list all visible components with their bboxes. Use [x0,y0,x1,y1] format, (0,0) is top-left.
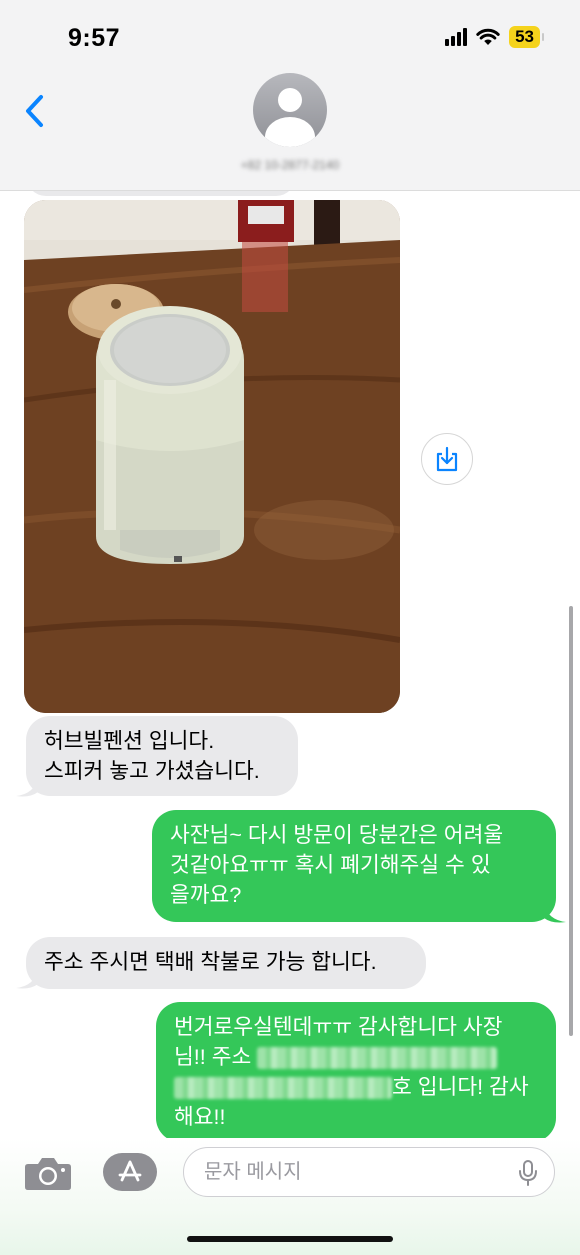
status-icons: 53 [445,26,544,48]
message-line: 해요!! [174,1105,226,1129]
speaker-photo [24,200,400,713]
status-time: 9:57 [68,24,121,52]
back-chevron-icon[interactable] [22,94,48,128]
contact-name[interactable]: +82 10-2877-2140 [0,158,580,172]
message-line: 번거로우실텐데ㅠㅠ 감사합니다 사장 [174,1015,503,1039]
message-input-field[interactable] [183,1147,555,1197]
outgoing-bubble-tail [544,904,566,923]
outgoing-message-address[interactable]: 번거로우실텐데ㅠㅠ 감사합니다 사장 님!! 주소 호 입니다! 감사 해요!! [156,1002,556,1142]
incoming-bubble-tail [16,970,38,989]
camera-icon[interactable] [24,1154,72,1192]
app-store-button[interactable] [103,1153,157,1191]
incoming-bubble-tail [16,778,38,797]
home-indicator[interactable] [187,1236,393,1242]
redacted-address [174,1077,392,1100]
message-line: 호 입니다! 감사 [174,1072,544,1102]
incoming-message[interactable]: 주소 주시면 택배 착불로 가능 합니다. [26,937,426,989]
incoming-message[interactable]: 허브빌펜션 입니다. 스피커 놓고 가셨습니다. [26,716,298,796]
app-store-icon [118,1160,142,1182]
outgoing-message[interactable]: 사잔님~ 다시 방문이 당분간은 어려울 것같아요ㅠㅠ 혹시 폐기해주실 수 있… [152,810,556,922]
conversation-header: 9:57 53 +82 10-2877-2140 [0,0,580,191]
microphone-icon[interactable] [518,1160,538,1186]
redacted-address [257,1047,498,1070]
message-text: 호 입니다! 감사 [392,1075,529,1099]
cellular-signal-icon [445,28,468,46]
battery-level: 53 [509,26,544,48]
scroll-indicator[interactable] [569,606,573,1036]
message-input[interactable] [202,1148,506,1197]
save-photo-button[interactable] [421,433,473,485]
message-line: 님!! 주소 [174,1042,544,1072]
message-text: 님!! 주소 [174,1045,252,1069]
wifi-icon [476,28,500,45]
contact-avatar-icon[interactable] [253,73,327,147]
photo-attachment[interactable] [24,200,400,713]
save-photo-icon [436,446,458,472]
